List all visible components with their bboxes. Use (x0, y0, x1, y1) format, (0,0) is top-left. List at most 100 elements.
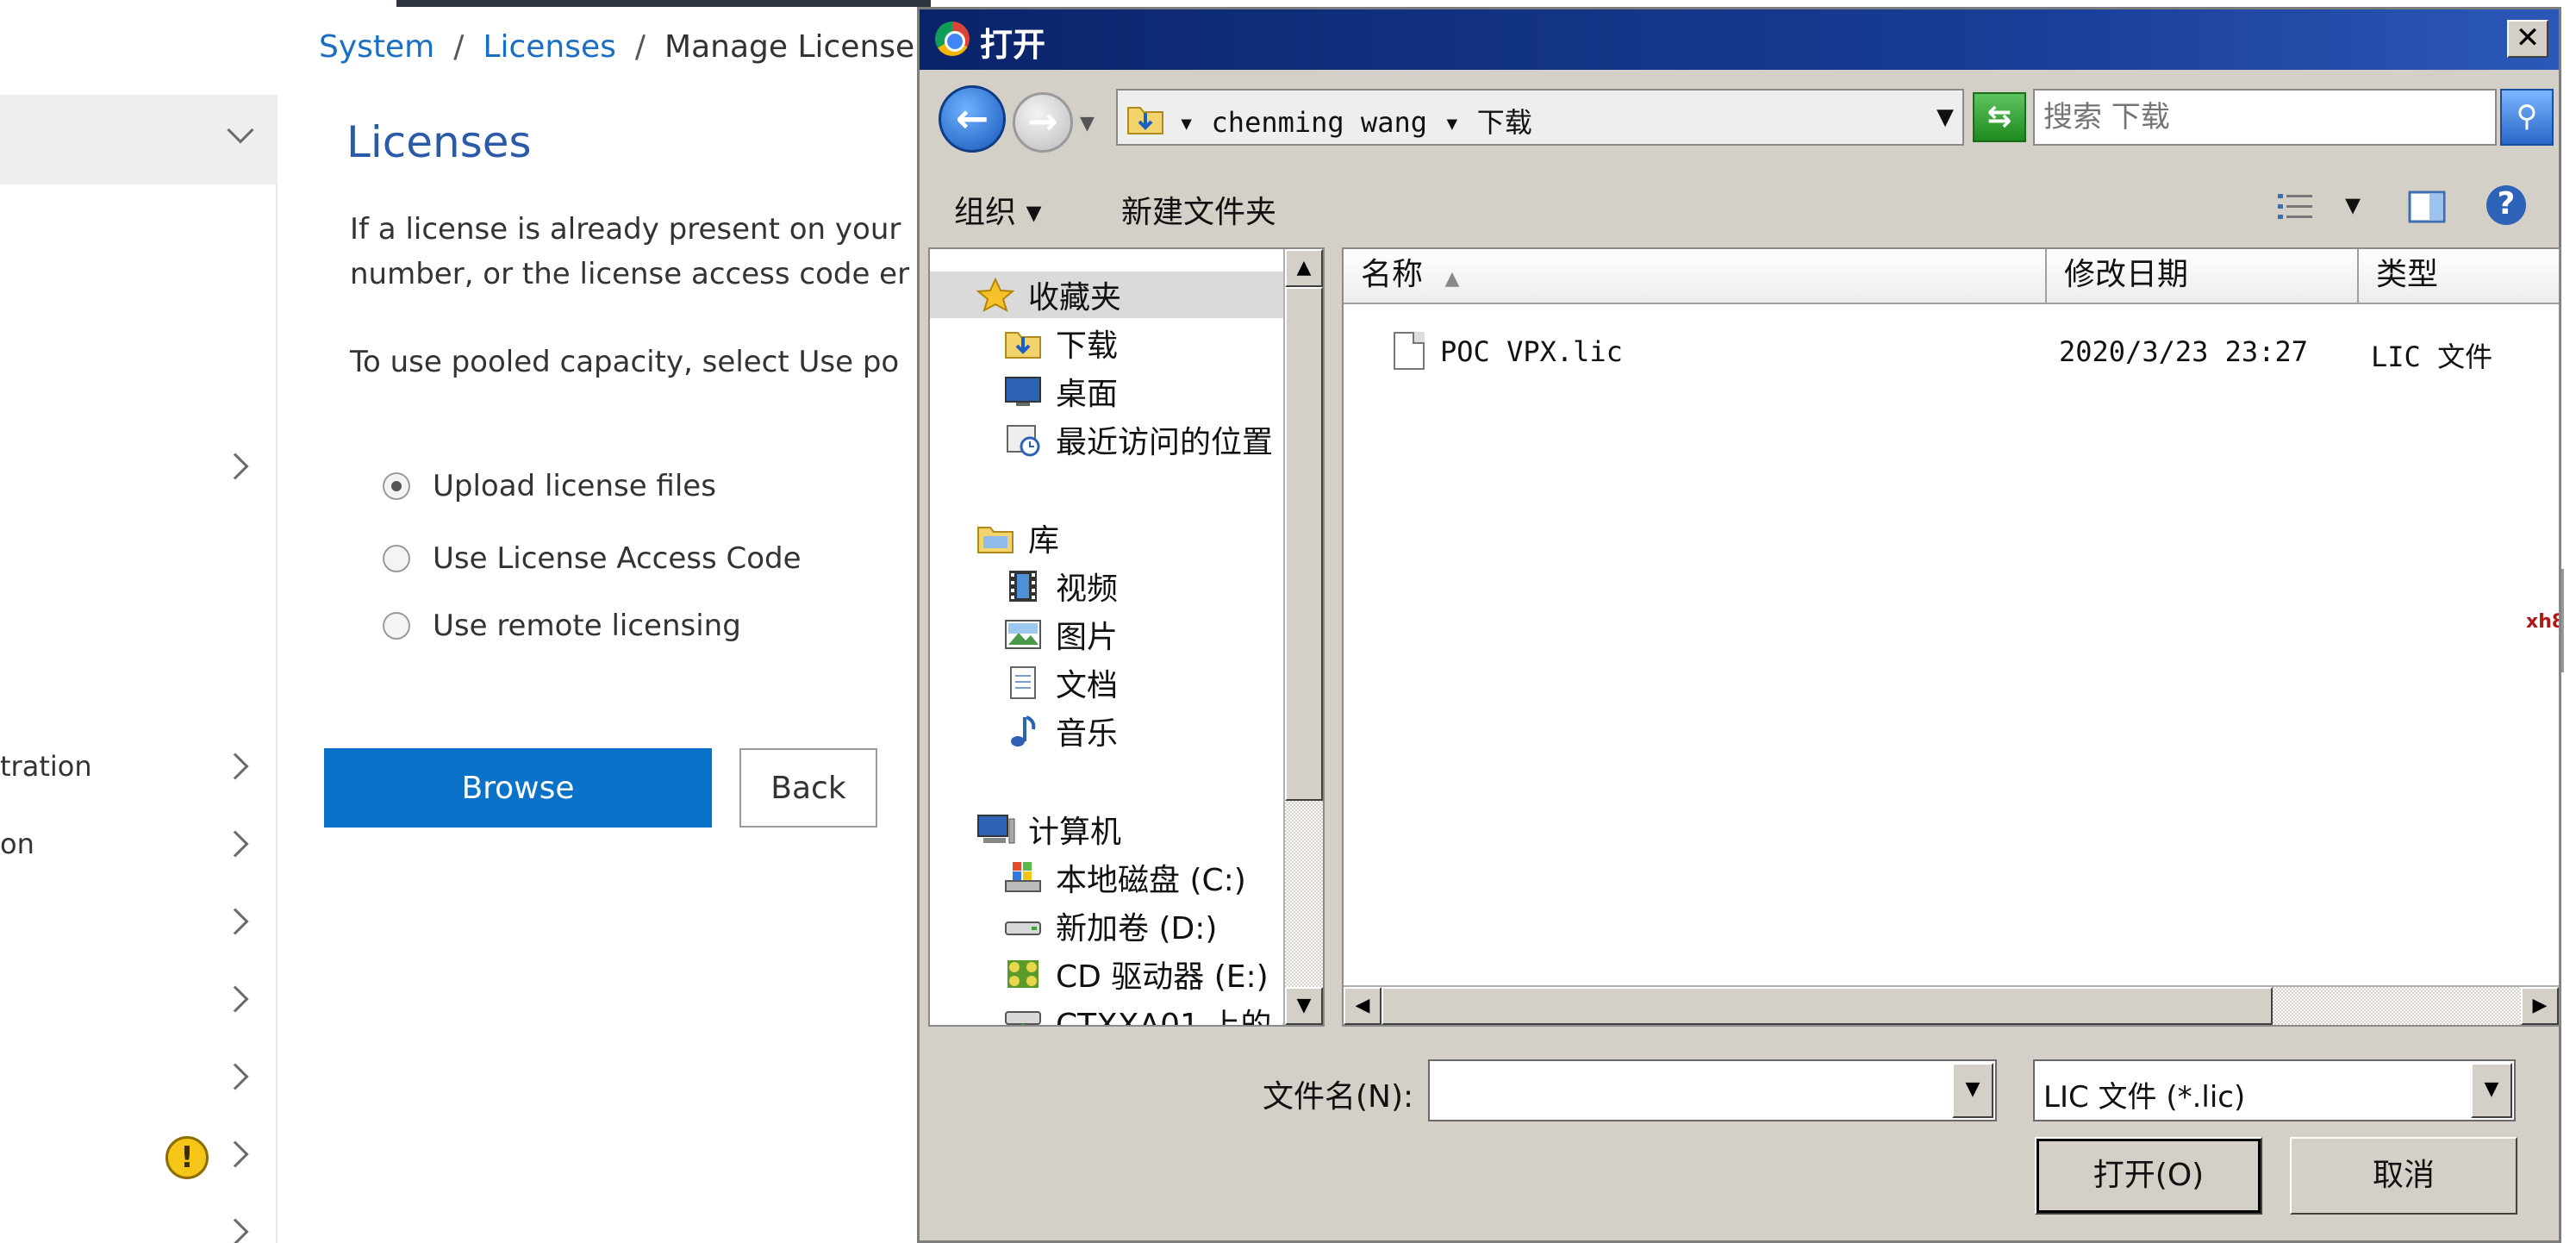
tree-item-videos[interactable]: 视频 (1002, 563, 1118, 609)
back-button[interactable]: Back (739, 748, 877, 828)
tree-item-music[interactable]: 音乐 (1002, 708, 1118, 754)
open-button[interactable]: 打开(O) (2035, 1137, 2262, 1215)
sidebar-item-label[interactable]: tration (0, 750, 92, 783)
documents-icon (1010, 666, 1036, 699)
cancel-button[interactable]: 取消 (2290, 1137, 2517, 1215)
view-dropdown-icon[interactable]: ▾ (2345, 187, 2361, 222)
sort-ascending-icon: ▲ (1444, 268, 1460, 290)
scrollbar-thumb[interactable] (1285, 287, 1323, 801)
tree-item-downloads[interactable]: 下载 (1002, 320, 1118, 366)
view-list-icon[interactable] (2276, 189, 2316, 225)
column-header-name[interactable]: 名称 ▲ (1344, 249, 2047, 304)
tree-item-documents[interactable]: 文档 (1002, 659, 1118, 706)
new-folder-button[interactable]: 新建文件夹 (1121, 187, 1276, 232)
sidebar-item-selected[interactable] (0, 95, 278, 184)
option-use-license-access-code[interactable]: Use License Access Code (383, 540, 801, 578)
option-label: Upload license files (433, 469, 716, 503)
tree-item-drive-d[interactable]: 新加卷 (D:) (1002, 903, 1217, 949)
chevron-right-icon[interactable] (221, 830, 249, 858)
tree-item-recent-places[interactable]: 最近访问的位置 (1002, 416, 1273, 463)
chevron-right-icon[interactable] (221, 908, 249, 935)
column-header-modified[interactable]: 修改日期 (2047, 249, 2359, 304)
address-dropdown-icon[interactable]: ▼ (1937, 104, 1954, 130)
search-box[interactable] (2033, 89, 2497, 146)
tree-item-label: 本地磁盘 (C:) (1056, 863, 1246, 898)
column-label: 修改日期 (2064, 257, 2189, 292)
page-edge (2561, 569, 2576, 672)
filetype-select[interactable]: LIC 文件 (*.lic) ▼ (2033, 1059, 2516, 1121)
navigation-scrollbar[interactable]: ▲ ▼ (1283, 249, 1323, 1025)
address-bar-row: ← → ▼ ▾ chenming wang ▾ 下载 ▼ ⇆ ⚲ (920, 70, 2559, 163)
option-label: Use remote licensing (433, 609, 741, 643)
file-row[interactable]: POC VPX.lic 2020/3/23 23:27 LIC 文件 (1344, 327, 2559, 375)
tree-item-libraries[interactable]: 库 (975, 515, 1059, 561)
network-drive-icon (1005, 1011, 1041, 1025)
address-box[interactable]: ▾ chenming wang ▾ 下载 ▼ (1116, 89, 1964, 146)
tree-item-label: 图片 (1056, 620, 1119, 655)
tree-item-pictures[interactable]: 图片 (1002, 611, 1118, 658)
tree-item-drive-c[interactable]: 本地磁盘 (C:) (1002, 854, 1246, 901)
search-input[interactable] (2043, 97, 2474, 137)
tree-item-label: 新加卷 (D:) (1056, 911, 1218, 946)
tree-item-label: 收藏夹 (1028, 280, 1122, 315)
filetype-value: LIC 文件 (*.lic) (2043, 1080, 2246, 1115)
tree-item-network-drive[interactable]: CTXXA01 上的 C (1002, 999, 1303, 1025)
tree-item-cd-drive[interactable]: CD 驱动器 (E:) (1002, 951, 1269, 997)
option-upload-license-files[interactable]: Upload license files (383, 467, 716, 505)
radio-button[interactable] (383, 545, 410, 572)
pictures-icon (1005, 620, 1041, 649)
organize-menu[interactable]: 组织 ▾ (954, 187, 1042, 232)
scroll-up-icon[interactable]: ▲ (1285, 249, 1323, 287)
option-use-remote-licensing[interactable]: Use remote licensing (383, 607, 741, 645)
tree-item-computer[interactable]: 计算机 (975, 806, 1121, 853)
file-list-horizontal-scrollbar[interactable]: ◀ ▶ (1344, 985, 2559, 1025)
filename-dropdown-icon[interactable]: ▼ (1952, 1063, 1993, 1118)
radio-button[interactable] (383, 472, 410, 500)
header-strip (396, 0, 931, 7)
browse-button[interactable]: Browse (324, 748, 712, 828)
breadcrumb-licenses[interactable]: Licenses (483, 29, 615, 65)
chevron-right-icon[interactable] (221, 985, 249, 1013)
file-icon (1394, 332, 1425, 370)
radio-button[interactable] (383, 612, 410, 640)
chevron-right-icon[interactable] (221, 1140, 249, 1168)
tree-item-favorites[interactable]: 收藏夹 (930, 272, 1285, 318)
tree-item-desktop[interactable]: 桌面 (1002, 368, 1118, 415)
file-type: LIC 文件 (2371, 340, 2493, 373)
scroll-left-icon[interactable]: ◀ (1344, 987, 1382, 1025)
forward-arrow-icon[interactable]: → (1013, 92, 1073, 153)
intro-text-line-2: number, or the license access code er (350, 257, 910, 291)
dialog-titlebar[interactable]: 打开 ✕ (920, 9, 2559, 70)
chevron-down-icon (227, 116, 254, 144)
scroll-down-icon[interactable]: ▼ (1285, 987, 1323, 1025)
file-list-pane: 名称 ▲ 修改日期 类型 POC VPX.lic 2020/3/23 23:27… (1342, 247, 2560, 1027)
column-header-type[interactable]: 类型 (2359, 249, 2559, 304)
close-button[interactable]: ✕ (2507, 20, 2548, 58)
scroll-right-icon[interactable]: ▶ (2521, 987, 2559, 1025)
sidebar-item-label[interactable]: on (0, 828, 34, 860)
tree-item-label: 计算机 (1028, 815, 1122, 850)
option-label: Use License Access Code (433, 541, 801, 576)
chevron-right-icon[interactable] (221, 1218, 249, 1243)
preview-pane-icon[interactable] (2407, 189, 2447, 225)
breadcrumb-system[interactable]: System (319, 29, 434, 65)
chevron-right-icon[interactable] (221, 453, 249, 480)
help-icon[interactable]: ? (2486, 185, 2526, 225)
filename-combo[interactable]: ▼ (1428, 1059, 1997, 1121)
tree-item-label: 文档 (1056, 668, 1119, 703)
file-modified: 2020/3/23 23:27 (2059, 335, 2308, 368)
chevron-right-icon[interactable] (221, 753, 249, 780)
scrollbar-thumb[interactable] (1382, 987, 2273, 1025)
filename-input[interactable] (1437, 1070, 1945, 1111)
chevron-right-icon[interactable] (221, 1063, 249, 1090)
address-path: ▾ chenming wang ▾ 下载 (1178, 106, 1532, 139)
recent-locations-dropdown-icon[interactable]: ▼ (1080, 113, 1095, 134)
cd-drive-icon (1007, 960, 1039, 988)
intro-text-line-1: If a license is already present on your (350, 212, 901, 247)
file-open-dialog: 打开 ✕ ← → ▼ ▾ chenming wang ▾ 下载 ▼ ⇆ ⚲ 组织… (917, 7, 2561, 1243)
refresh-icon[interactable]: ⇆ (1973, 92, 2026, 142)
search-icon[interactable]: ⚲ (2500, 89, 2554, 146)
back-arrow-icon[interactable]: ← (939, 85, 1006, 153)
warning-icon: ! (165, 1136, 209, 1179)
filetype-dropdown-icon[interactable]: ▼ (2471, 1063, 2512, 1118)
